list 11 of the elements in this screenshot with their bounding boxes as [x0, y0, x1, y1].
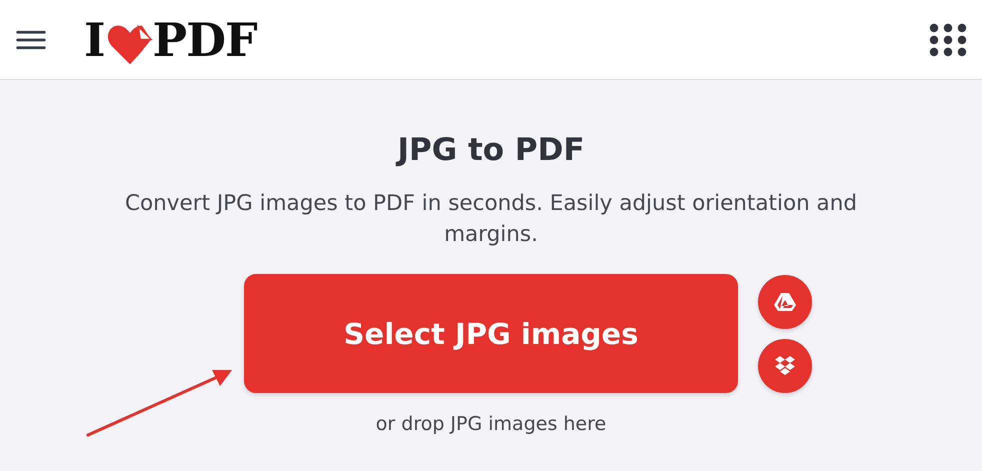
- open-box-icon: [773, 354, 797, 378]
- description-text: Convert JPG images to PDF in seconds. Easily adjust orientation and margins.: [124, 190, 858, 249]
- page-title: JPG to PDF: [397, 132, 585, 168]
- logo-text[interactable]: I: [84, 12, 105, 66]
- drop-hint: or drop JPG images here: [376, 413, 606, 435]
- select-images-button[interactable]: Select JPG images: [244, 274, 738, 393]
- dropbox-button[interactable]: [758, 338, 812, 392]
- logo-text[interactable]: PDF: [152, 12, 257, 66]
- menu-icon[interactable]: [16, 28, 46, 50]
- apps-grid-icon[interactable]: [928, 22, 968, 56]
- cloud-drive-button[interactable]: [758, 274, 812, 328]
